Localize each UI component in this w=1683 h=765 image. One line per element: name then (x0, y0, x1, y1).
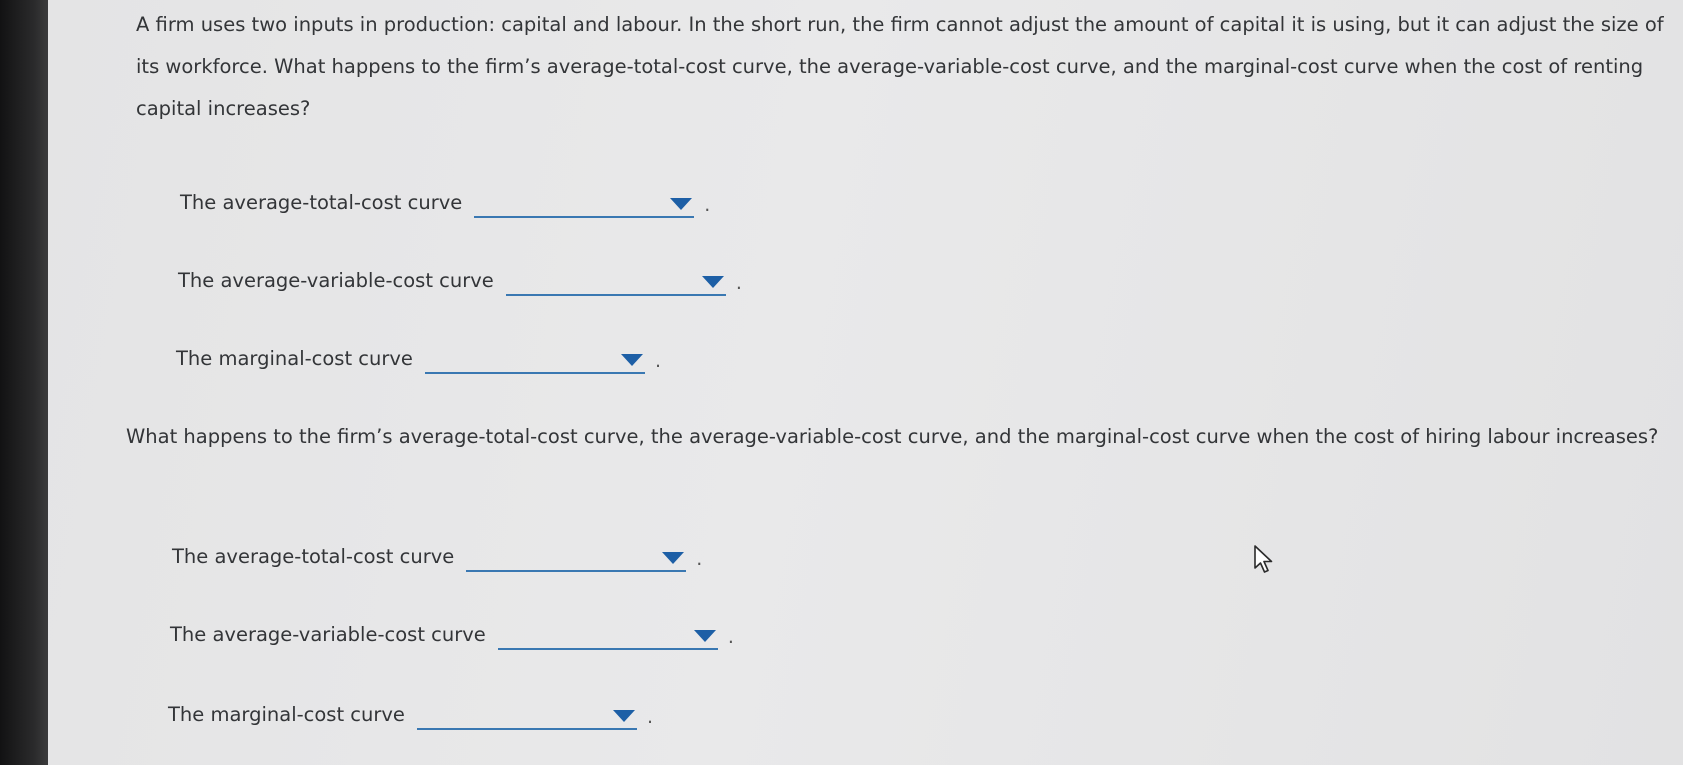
dropdown-capital-avc[interactable] (505, 266, 726, 296)
row-capital-avc: The average-variable-cost curve . (178, 262, 742, 296)
dropdown-labour-avc[interactable] (497, 620, 718, 650)
chevron-down-icon[interactable] (693, 630, 716, 642)
question-labour-cost: What happens to the firm’s average-total… (126, 425, 1659, 448)
chevron-down-icon[interactable] (620, 354, 643, 366)
dropdown-capital-atc[interactable] (474, 188, 695, 218)
dropdown-labour-mc[interactable] (416, 700, 637, 730)
label-capital-atc: The average-total-cost curve (180, 191, 463, 214)
row-capital-mc: The marginal-cost curve . (176, 340, 661, 374)
mouse-pointer-icon (1254, 545, 1273, 573)
row-labour-mc: The marginal-cost curve . (168, 696, 653, 730)
period: . (654, 350, 661, 372)
row-labour-avc: The average-variable-cost curve . (170, 616, 734, 650)
question-capital-cost: A firm uses two inputs in production: ca… (136, 13, 1664, 120)
chevron-down-icon[interactable] (670, 198, 693, 210)
period: . (696, 548, 703, 570)
row-capital-atc: The average-total-cost curve . (180, 184, 710, 218)
label-capital-avc: The average-variable-cost curve (178, 269, 494, 292)
label-labour-mc: The marginal-cost curve (168, 703, 405, 726)
dropdown-labour-atc[interactable] (466, 542, 687, 572)
period: . (646, 706, 653, 728)
label-labour-atc: The average-total-cost curve (172, 545, 455, 568)
chevron-down-icon[interactable] (701, 276, 724, 288)
period: . (735, 272, 742, 294)
period: . (704, 194, 711, 216)
row-labour-atc: The average-total-cost curve . (172, 538, 702, 572)
label-capital-mc: The marginal-cost curve (176, 347, 413, 370)
period: . (727, 626, 734, 648)
label-labour-avc: The average-variable-cost curve (170, 623, 486, 646)
dropdown-capital-mc[interactable] (424, 344, 645, 374)
chevron-down-icon[interactable] (612, 710, 635, 722)
question-page: A firm uses two inputs in production: ca… (48, 0, 1683, 765)
chevron-down-icon[interactable] (662, 552, 685, 564)
monitor-bezel (0, 0, 48, 765)
